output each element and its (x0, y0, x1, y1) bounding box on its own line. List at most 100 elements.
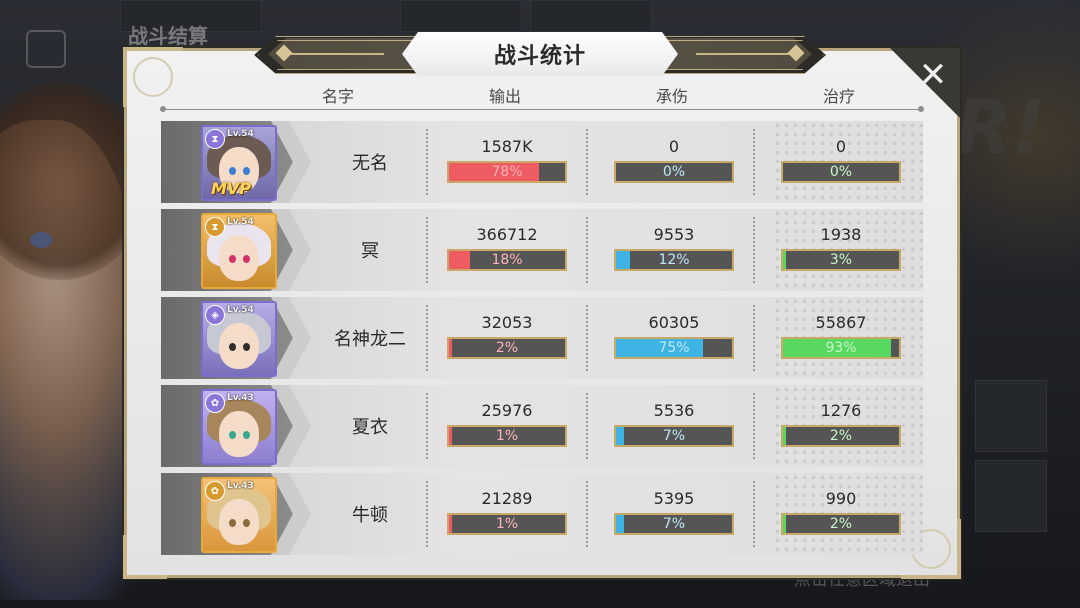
character-level: Lv.43 (227, 481, 254, 491)
output-value: 25976 (481, 401, 533, 420)
damage-taken-value: 9553 (653, 225, 695, 244)
damage-taken-cell: 0 0% (614, 121, 754, 203)
damage-taken-bar: 7% (614, 513, 734, 535)
healing-percent: 93% (825, 340, 857, 356)
character-portrait[interactable]: ◈ Lv.54 (201, 301, 277, 377)
character-portrait[interactable]: ⧗ Lv.54 MVP (201, 125, 277, 201)
output-value: 32053 (481, 313, 533, 332)
damage-taken-cell: 5536 7% (614, 385, 754, 467)
title-ornament-line (696, 53, 796, 55)
column-separator (426, 305, 428, 371)
damage-taken-bar: 12% (614, 249, 734, 271)
table-row: ✿ Lv.43 夏衣 25976 1% 5536 7% 1276 2% (161, 385, 923, 467)
portrait-eye (243, 431, 250, 439)
header-healing: 治疗 (822, 87, 856, 106)
portrait-eye (229, 167, 236, 175)
output-cell: 21289 1% (447, 473, 587, 555)
healing-percent: 2% (829, 516, 853, 532)
table-row: ✿ Lv.43 牛顿 21289 1% 5395 7% 990 2% (161, 473, 923, 555)
damage-taken-bar: 7% (614, 425, 734, 447)
healing-value: 1938 (820, 225, 862, 244)
output-bar: 1% (447, 513, 567, 535)
healing-percent: 0% (829, 164, 853, 180)
healing-bar: 0% (781, 161, 901, 183)
header-name: 名字 (321, 87, 355, 106)
flower-icon: ✿ (205, 481, 225, 501)
damage-taken-percent: 12% (658, 252, 690, 268)
character-name: 冥 (361, 241, 379, 262)
healing-value: 990 (825, 489, 857, 508)
output-value: 1587K (481, 137, 533, 156)
header-damage-taken: 承伤 (655, 87, 689, 106)
title-ornament-line (284, 53, 384, 55)
column-separator (426, 129, 428, 195)
hourglass-icon: ⧗ (205, 217, 225, 237)
background-tile (400, 0, 522, 32)
background-tile (975, 380, 1047, 452)
title-banner: 战斗统计 (254, 32, 826, 76)
portrait-eye (229, 343, 236, 351)
battle-stats-panel: ✕ 名字 输出 承伤 治疗 ⧗ Lv.54 MVP 无名 1587K 78% 0… (123, 47, 961, 579)
column-separator (426, 481, 428, 547)
character-name: 名神龙二 (334, 329, 406, 350)
output-value: 21289 (481, 489, 533, 508)
flower-icon: ✿ (205, 393, 225, 413)
output-percent: 1% (495, 516, 519, 532)
portrait-face (219, 499, 259, 545)
output-percent: 1% (495, 428, 519, 444)
shield-icon: ◈ (205, 305, 225, 325)
portrait-eye (243, 255, 250, 263)
healing-cell: 55867 93% (781, 297, 921, 379)
character-level: Lv.43 (227, 393, 254, 403)
character-level: Lv.54 (227, 129, 254, 139)
portrait-eye (243, 167, 250, 175)
hourglass-icon: ⧗ (205, 129, 225, 149)
portrait-eye (229, 255, 236, 263)
output-cell: 25976 1% (447, 385, 587, 467)
output-cell: 1587K 78% (447, 121, 587, 203)
damage-taken-cell: 9553 12% (614, 209, 754, 291)
healing-bar: 93% (781, 337, 901, 359)
battle-log-icon (26, 30, 66, 68)
portrait-eye (229, 431, 236, 439)
background-character-eye (30, 232, 52, 248)
character-portrait[interactable]: ⧗ Lv.54 (201, 213, 277, 289)
healing-value: 0 (835, 137, 847, 156)
portrait-face (219, 323, 259, 369)
column-separator (426, 393, 428, 459)
output-value: 366712 (476, 225, 538, 244)
healing-bar: 2% (781, 513, 901, 535)
damage-taken-value: 60305 (648, 313, 700, 332)
healing-cell: 1938 3% (781, 209, 921, 291)
portrait-eye (243, 519, 250, 527)
damage-taken-percent: 7% (662, 516, 686, 532)
output-percent: 2% (495, 340, 519, 356)
mvp-badge: MVP (211, 179, 252, 198)
character-name: 无名 (352, 153, 388, 174)
background-title: 战斗结算 (128, 24, 208, 48)
healing-percent: 3% (829, 252, 853, 268)
damage-taken-bar: 75% (614, 337, 734, 359)
output-bar: 2% (447, 337, 567, 359)
background-tile (975, 460, 1047, 532)
output-bar: 1% (447, 425, 567, 447)
background-tile (530, 0, 652, 32)
output-bar: 18% (447, 249, 567, 271)
table-row: ⧗ Lv.54 冥 366712 18% 9553 12% 1938 3% (161, 209, 923, 291)
healing-bar: 2% (781, 425, 901, 447)
healing-cell: 0 0% (781, 121, 921, 203)
damage-taken-percent: 0% (662, 164, 686, 180)
character-name: 牛顿 (352, 505, 388, 526)
damage-taken-percent: 75% (658, 340, 690, 356)
portrait-eye (229, 519, 236, 527)
healing-value: 55867 (815, 313, 867, 332)
output-bar: 78% (447, 161, 567, 183)
table-header: 名字 输出 承伤 治疗 (127, 83, 957, 109)
character-level: Lv.54 (227, 305, 254, 315)
character-portrait[interactable]: ✿ Lv.43 (201, 477, 277, 553)
character-portrait[interactable]: ✿ Lv.43 (201, 389, 277, 465)
background-mark: R! (955, 85, 1046, 171)
column-separator (426, 217, 428, 283)
damage-taken-value: 5536 (653, 401, 695, 420)
damage-taken-value: 5395 (653, 489, 695, 508)
